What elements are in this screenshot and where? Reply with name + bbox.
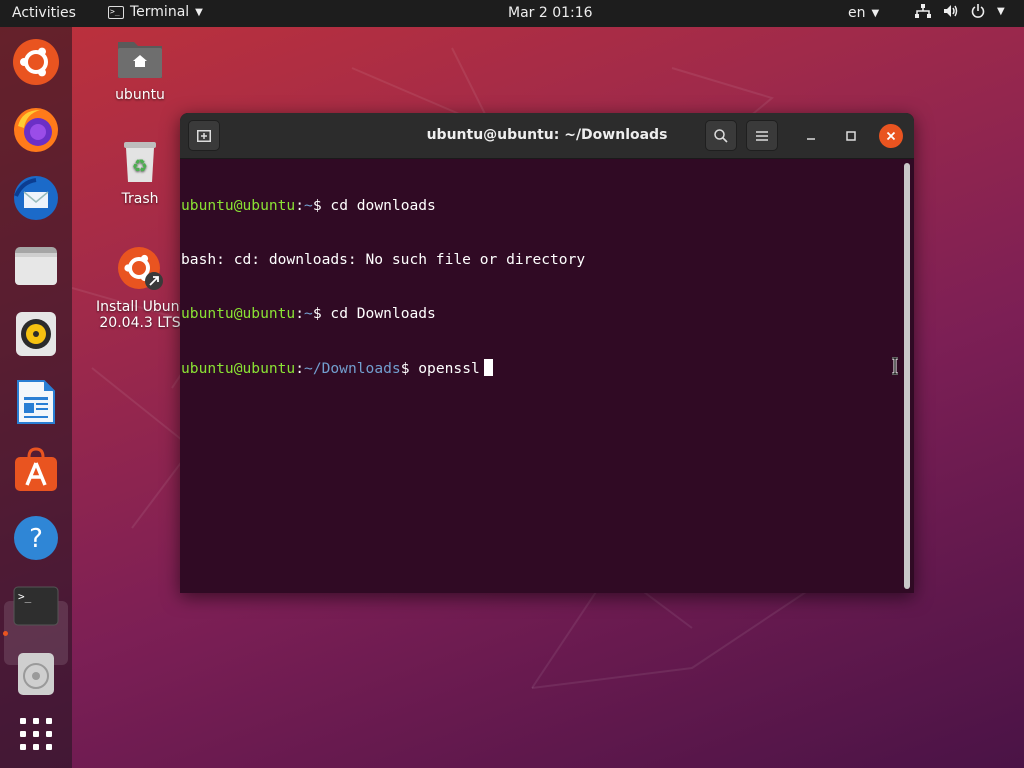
dock-rhythmbox[interactable] [12, 310, 60, 358]
language-selector[interactable]: en ▼ [848, 5, 879, 21]
scrollbar[interactable] [904, 163, 910, 589]
volume-icon [944, 5, 958, 17]
prompt-path: ~ [304, 197, 313, 214]
system-menu[interactable]: ▼ [915, 4, 1005, 18]
terminal-output[interactable]: ubuntu@ubuntu:~$ cd downloads bash: cd: … [180, 159, 904, 593]
ubuntu-logo-icon [13, 39, 59, 85]
app-grid-icon [20, 718, 52, 750]
firefox-icon [14, 108, 58, 152]
prompt-path: ~/Downloads [304, 360, 401, 377]
thunderbird-icon [14, 176, 58, 220]
help-icon: ? [14, 516, 58, 560]
dock-thunderbird[interactable] [12, 174, 60, 222]
libreoffice-writer-icon [17, 380, 55, 424]
chevron-down-icon: ▼ [871, 7, 880, 19]
ibeam-cursor-icon [892, 357, 898, 375]
activities-button[interactable]: Activities [12, 5, 76, 21]
app-menu-label: Terminal [130, 4, 190, 20]
dock-terminal[interactable]: >_ [12, 582, 60, 630]
files-icon [15, 247, 57, 285]
hamburger-icon [756, 130, 768, 141]
prompt-path: ~ [304, 305, 313, 322]
dock-ubuntu-logo[interactable] [12, 38, 60, 86]
home-folder-label: ubuntu [115, 87, 165, 103]
minimize-icon [807, 138, 815, 140]
minimize-button[interactable] [799, 124, 823, 148]
power-icon [971, 4, 985, 18]
app-menu[interactable]: >_ Terminal ▼ [108, 4, 203, 20]
rhythmbox-icon [16, 312, 56, 356]
command-text: cd Downloads [330, 305, 436, 322]
installer-label-line1: Install Ubuntu [96, 299, 184, 315]
installer-label-line2: 20.04.3 LTS [99, 315, 181, 331]
svg-text:?: ? [29, 524, 43, 554]
language-label: en [848, 5, 866, 21]
chevron-down-icon: ▼ [195, 6, 203, 18]
text-cursor [483, 359, 493, 376]
show-applications-button[interactable] [12, 710, 60, 758]
terminal-icon: >_ [108, 5, 124, 19]
terminal-line: bash: cd: downloads: No such file or dir… [181, 251, 586, 268]
svg-text:♻: ♻ [132, 156, 148, 177]
terminal-line: ubuntu@ubuntu:~$ cd downloads [181, 197, 436, 214]
software-center-icon [15, 447, 57, 491]
close-button[interactable] [879, 124, 903, 148]
running-indicator [3, 631, 8, 636]
prompt-user: ubuntu@ubuntu [181, 305, 296, 322]
dock-help[interactable]: ? [12, 514, 60, 562]
command-text: openssl [418, 360, 480, 377]
svg-text:>_: >_ [18, 590, 32, 603]
new-tab-icon [197, 129, 211, 142]
prompt-user: ubuntu@ubuntu [181, 360, 296, 377]
desktop-home-folder[interactable]: ubuntu [100, 36, 180, 103]
terminal-window[interactable]: ubuntu@ubuntu: ~/Downloads ubuntu@ubuntu… [180, 113, 914, 593]
dock-optical-drive[interactable] [12, 650, 60, 698]
terminal-icon: >_ [13, 586, 59, 626]
maximize-icon [846, 131, 856, 141]
desktop-trash[interactable]: ♻ Trash [100, 140, 180, 207]
search-icon [714, 128, 728, 143]
command-text: cd downloads [330, 197, 436, 214]
dock: ? >_ [0, 27, 72, 768]
disc-drive-icon [18, 653, 54, 695]
trash-icon: ♻ [124, 142, 156, 182]
maximize-button[interactable] [839, 124, 863, 148]
terminal-line: ubuntu@ubuntu:~/Downloads$ openssl [181, 359, 904, 377]
clock[interactable]: Mar 2 01:16 [508, 5, 593, 21]
network-icon [915, 4, 931, 18]
desktop-install-ubuntu[interactable]: Install Ubuntu 20.04.3 LTS [90, 244, 190, 331]
search-button[interactable] [705, 120, 737, 151]
new-tab-button[interactable] [188, 120, 220, 151]
close-icon [886, 131, 896, 141]
dock-ubuntu-software[interactable] [12, 446, 60, 494]
dock-libreoffice-writer[interactable] [12, 378, 60, 426]
top-bar: Activities >_ Terminal ▼ Mar 2 01:16 en … [0, 0, 1024, 27]
prompt-user: ubuntu@ubuntu [181, 197, 296, 214]
terminal-line: ubuntu@ubuntu:~$ cd Downloads [181, 305, 436, 322]
install-ubuntu-icon [118, 247, 163, 290]
dock-files[interactable] [12, 242, 60, 290]
home-folder-icon [118, 42, 162, 78]
trash-label: Trash [121, 191, 159, 207]
chevron-down-icon: ▼ [997, 5, 1005, 17]
dock-firefox[interactable] [12, 106, 60, 154]
window-headerbar[interactable]: ubuntu@ubuntu: ~/Downloads [180, 113, 914, 159]
hamburger-menu-button[interactable] [746, 120, 778, 151]
